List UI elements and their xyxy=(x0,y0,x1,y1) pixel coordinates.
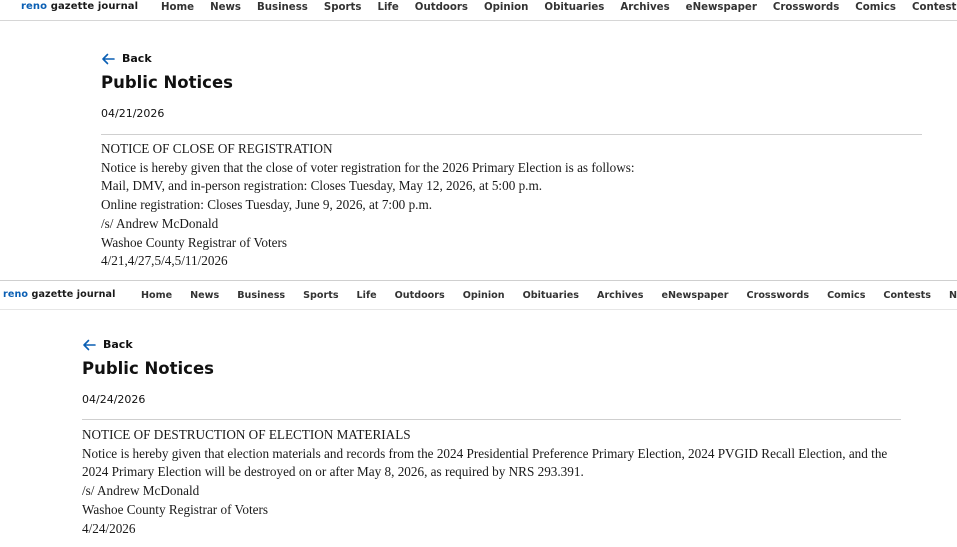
page-title: Public Notices xyxy=(101,73,233,92)
main-nav: Home News Business Sports Life Outdoors … xyxy=(141,290,957,301)
divider xyxy=(82,419,901,420)
nav-item-archives[interactable]: Archives xyxy=(597,290,643,301)
notice-body: NOTICE OF DESTRUCTION OF ELECTION MATERI… xyxy=(82,426,914,538)
publish-date: 04/24/2026 xyxy=(82,393,146,406)
main-nav: Home News Business Sports Life Outdoors … xyxy=(161,2,957,13)
notice-signer-title: Washoe County Registrar of Voters xyxy=(82,501,268,517)
nav-item-contests[interactable]: Contests xyxy=(912,2,957,13)
nav-item-enewspaper[interactable]: eNewspaper xyxy=(686,2,757,13)
nav-item-opinion[interactable]: Opinion xyxy=(484,2,528,13)
nav-item-newsletters[interactable]: Newsletters xyxy=(949,290,957,301)
nav-item-business[interactable]: Business xyxy=(257,2,308,13)
nav-item-sports[interactable]: Sports xyxy=(324,2,362,13)
notice-run-dates: 4/21,4/27,5/4,5/11/2026 xyxy=(101,253,228,269)
nav-item-obituaries[interactable]: Obituaries xyxy=(523,290,579,301)
nav-item-crosswords[interactable]: Crosswords xyxy=(747,290,810,301)
back-link[interactable]: Back xyxy=(101,52,152,65)
top-navigation-bar: reno gazette journal Home News Business … xyxy=(0,280,957,310)
nav-item-news[interactable]: News xyxy=(190,290,219,301)
notice-heading: NOTICE OF CLOSE OF REGISTRATION xyxy=(101,141,333,156)
back-link[interactable]: Back xyxy=(82,338,133,351)
nav-item-crosswords[interactable]: Crosswords xyxy=(773,2,839,13)
notice-page-1: reno gazette journal Home News Business … xyxy=(0,0,957,280)
notice-signer-title: Washoe County Registrar of Voters xyxy=(101,234,287,250)
notice-signature: /s/ Andrew McDonald xyxy=(82,483,200,499)
notice-heading: NOTICE OF DESTRUCTION OF ELECTION MATERI… xyxy=(82,427,411,442)
nav-item-life[interactable]: Life xyxy=(357,290,377,301)
notice-line: Online registration: Closes Tuesday, Jun… xyxy=(101,197,433,213)
site-logo[interactable]: reno gazette journal xyxy=(21,1,138,12)
nav-item-business[interactable]: Business xyxy=(237,290,285,301)
notice-body: NOTICE OF CLOSE OF REGISTRATION Notice i… xyxy=(101,140,921,271)
back-label: Back xyxy=(122,52,152,65)
publish-date: 04/21/2026 xyxy=(101,107,165,120)
nav-item-home[interactable]: Home xyxy=(161,2,194,13)
nav-item-enewspaper[interactable]: eNewspaper xyxy=(661,290,728,301)
page-title: Public Notices xyxy=(82,359,214,378)
notice-run-dates: 4/24/2026 xyxy=(82,520,136,536)
notice-line: Mail, DMV, and in-person registration: C… xyxy=(101,178,543,194)
arrow-left-icon xyxy=(83,339,96,350)
divider xyxy=(101,134,922,135)
site-logo[interactable]: reno gazette journal xyxy=(3,289,116,300)
nav-item-news[interactable]: News xyxy=(210,2,241,13)
nav-item-opinion[interactable]: Opinion xyxy=(463,290,505,301)
arrow-left-icon xyxy=(102,53,115,64)
nav-item-sports[interactable]: Sports xyxy=(303,290,338,301)
nav-item-home[interactable]: Home xyxy=(141,290,172,301)
back-label: Back xyxy=(103,338,133,351)
nav-item-contests[interactable]: Contests xyxy=(883,290,931,301)
nav-item-outdoors[interactable]: Outdoors xyxy=(415,2,468,13)
notice-line: Notice is hereby given that the close of… xyxy=(101,159,635,175)
nav-item-outdoors[interactable]: Outdoors xyxy=(395,290,445,301)
nav-item-obituaries[interactable]: Obituaries xyxy=(544,2,604,13)
notice-page-2: reno gazette journal Home News Business … xyxy=(0,280,957,547)
nav-item-archives[interactable]: Archives xyxy=(620,2,669,13)
top-navigation-bar: reno gazette journal Home News Business … xyxy=(0,0,957,21)
nav-item-comics[interactable]: Comics xyxy=(855,2,896,13)
notice-signature: /s/ Andrew McDonald xyxy=(101,215,219,231)
notice-line: Notice is hereby given that election mat… xyxy=(82,445,888,480)
nav-item-life[interactable]: Life xyxy=(377,2,398,13)
nav-item-comics[interactable]: Comics xyxy=(827,290,865,301)
